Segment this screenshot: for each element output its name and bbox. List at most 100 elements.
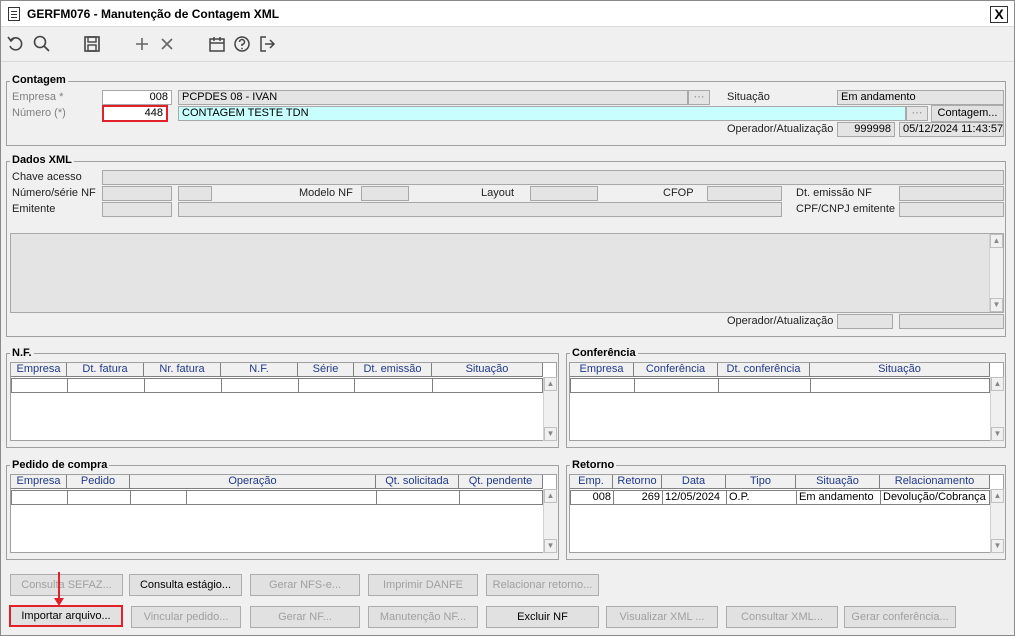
nf-cell[interactable] bbox=[11, 378, 68, 393]
scroll-down-icon[interactable]: ▼ bbox=[991, 427, 1004, 441]
scroll-up-icon[interactable]: ▲ bbox=[544, 489, 557, 503]
table-cell[interactable]: 12/05/2024 bbox=[662, 490, 727, 505]
toolbar-divider bbox=[1, 61, 1014, 62]
scroll-up-icon[interactable]: ▲ bbox=[544, 377, 557, 391]
gerar-conferencia-button[interactable]: Gerar conferência... bbox=[844, 606, 956, 628]
ret-col-retorno[interactable]: Retorno bbox=[613, 475, 662, 489]
nf-col-dt-emissao[interactable]: Dt. emissão bbox=[354, 363, 432, 377]
plus-icon[interactable] bbox=[131, 33, 153, 55]
ped-cell[interactable] bbox=[186, 490, 377, 505]
imprimir-danfe-button[interactable]: Imprimir DANFE bbox=[368, 574, 478, 596]
conf-cell[interactable] bbox=[810, 378, 990, 393]
nf-cell[interactable] bbox=[221, 378, 299, 393]
empresa-name-field: PCPDES 08 - IVAN bbox=[178, 90, 688, 105]
pedido-scrollbar[interactable]: ▲ ▼ bbox=[543, 489, 557, 553]
table-cell[interactable]: 269 bbox=[613, 490, 663, 505]
consulta-estagio-button[interactable]: Consulta estágio... bbox=[129, 574, 242, 596]
nf-cell[interactable] bbox=[298, 378, 355, 393]
contagem-button[interactable]: Contagem... bbox=[931, 105, 1004, 122]
vincular-pedido-button[interactable]: Vincular pedido... bbox=[131, 606, 241, 628]
search-icon[interactable] bbox=[31, 33, 53, 55]
ped-cell[interactable] bbox=[130, 490, 187, 505]
empresa-field[interactable]: 008 bbox=[102, 90, 172, 105]
toolbar bbox=[1, 28, 1014, 60]
scroll-up-icon[interactable]: ▲ bbox=[990, 234, 1003, 248]
nf-col-dt-fatura[interactable]: Dt. fatura bbox=[67, 363, 144, 377]
nf-col-nr-fatura[interactable]: Nr. fatura bbox=[144, 363, 221, 377]
numero-label: Número (*) bbox=[12, 107, 66, 119]
exit-icon[interactable] bbox=[256, 33, 278, 55]
ret-col-relacionamento[interactable]: Relacionamento bbox=[880, 475, 990, 489]
ped-cell[interactable] bbox=[11, 490, 68, 505]
ped-col-empresa[interactable]: Empresa bbox=[11, 475, 67, 489]
ped-col-operacao[interactable]: Operação bbox=[130, 475, 376, 489]
undo-icon[interactable] bbox=[5, 33, 27, 55]
xml-text-area[interactable] bbox=[10, 233, 1004, 313]
descricao-field[interactable]: CONTAGEM TESTE TDN bbox=[178, 106, 906, 121]
scroll-down-icon[interactable]: ▼ bbox=[544, 539, 557, 553]
ret-col-situacao[interactable]: Situação bbox=[796, 475, 880, 489]
table-cell[interactable]: 008 bbox=[570, 490, 614, 505]
conf-cell[interactable] bbox=[718, 378, 811, 393]
nf-cell[interactable] bbox=[432, 378, 543, 393]
layout-field bbox=[530, 186, 598, 201]
ret-col-tipo[interactable]: Tipo bbox=[726, 475, 796, 489]
ped-cell[interactable] bbox=[459, 490, 543, 505]
xml-text-scrollbar[interactable]: ▲ ▼ bbox=[989, 234, 1003, 312]
conf-cell[interactable] bbox=[570, 378, 635, 393]
gerar-nfse-button[interactable]: Gerar NFS-e... bbox=[250, 574, 360, 596]
nf-col-nf[interactable]: N.F. bbox=[221, 363, 298, 377]
save-icon[interactable] bbox=[81, 33, 103, 55]
scroll-up-icon[interactable]: ▲ bbox=[991, 489, 1004, 503]
importar-arquivo-button[interactable]: Importar arquivo... bbox=[9, 605, 123, 627]
consultar-xml-button[interactable]: Consultar XML... bbox=[726, 606, 838, 628]
chave-acesso-label: Chave acesso bbox=[12, 171, 82, 183]
conf-col-situacao[interactable]: Situação bbox=[810, 363, 990, 377]
conf-col-conferencia[interactable]: Conferência bbox=[634, 363, 718, 377]
scroll-up-icon[interactable]: ▲ bbox=[991, 377, 1004, 391]
ped-col-pedido[interactable]: Pedido bbox=[67, 475, 130, 489]
ped-cell[interactable] bbox=[67, 490, 131, 505]
cpf-cnpj-field bbox=[899, 202, 1004, 217]
conf-col-dt-conferencia[interactable]: Dt. conferência bbox=[718, 363, 810, 377]
conferencia-scrollbar[interactable]: ▲ ▼ bbox=[990, 377, 1004, 441]
table-cell[interactable]: Devolução/Cobrança bbox=[880, 490, 990, 505]
ret-col-emp[interactable]: Emp. bbox=[570, 475, 613, 489]
close-icon[interactable] bbox=[156, 33, 178, 55]
close-window-button[interactable]: X bbox=[990, 6, 1008, 23]
empresa-lookup-icon[interactable]: ⋯ bbox=[688, 90, 710, 105]
ped-cell[interactable] bbox=[376, 490, 460, 505]
nf-scrollbar[interactable]: ▲ ▼ bbox=[543, 377, 557, 441]
nf-col-serie[interactable]: Série bbox=[298, 363, 354, 377]
scroll-down-icon[interactable]: ▼ bbox=[990, 298, 1003, 312]
numero-field[interactable]: 448 bbox=[102, 105, 168, 122]
retorno-scrollbar[interactable]: ▲ ▼ bbox=[990, 489, 1004, 553]
ret-col-data[interactable]: Data bbox=[662, 475, 726, 489]
gerar-nf-button[interactable]: Gerar NF... bbox=[250, 606, 360, 628]
scroll-down-icon[interactable]: ▼ bbox=[544, 427, 557, 441]
cpf-cnpj-label: CPF/CNPJ emitente bbox=[796, 203, 896, 215]
calendar-icon[interactable] bbox=[206, 33, 228, 55]
nf-table: Empresa Dt. fatura Nr. fatura N.F. Série… bbox=[10, 362, 557, 441]
nf-cell[interactable] bbox=[354, 378, 433, 393]
conf-cell[interactable] bbox=[634, 378, 719, 393]
scroll-down-icon[interactable]: ▼ bbox=[991, 539, 1004, 553]
conf-col-empresa[interactable]: Empresa bbox=[570, 363, 634, 377]
nf-cell[interactable] bbox=[144, 378, 222, 393]
visualizar-xml-button[interactable]: Visualizar XML ... bbox=[606, 606, 718, 628]
xml-operador-field bbox=[837, 314, 893, 329]
relacionar-retorno-button[interactable]: Relacionar retorno... bbox=[486, 574, 599, 596]
ped-col-qt-pendente[interactable]: Qt. pendente bbox=[459, 475, 543, 489]
red-arrow-annotation bbox=[54, 572, 64, 606]
nf-col-situacao[interactable]: Situação bbox=[432, 363, 543, 377]
nf-cell[interactable] bbox=[67, 378, 145, 393]
table-cell[interactable]: Em andamento bbox=[796, 490, 881, 505]
descricao-lookup-icon[interactable]: ⋯ bbox=[906, 106, 928, 121]
consulta-sefaz-button[interactable]: Consulta SEFAZ... bbox=[10, 574, 123, 596]
help-icon[interactable] bbox=[231, 33, 253, 55]
excluir-nf-button[interactable]: Excluir NF bbox=[486, 606, 599, 628]
manutencao-nf-button[interactable]: Manutenção NF... bbox=[368, 606, 478, 628]
nf-col-empresa[interactable]: Empresa bbox=[11, 363, 67, 377]
ped-col-qt-solicitada[interactable]: Qt. solicitada bbox=[376, 475, 459, 489]
table-cell[interactable]: O.P. bbox=[726, 490, 797, 505]
